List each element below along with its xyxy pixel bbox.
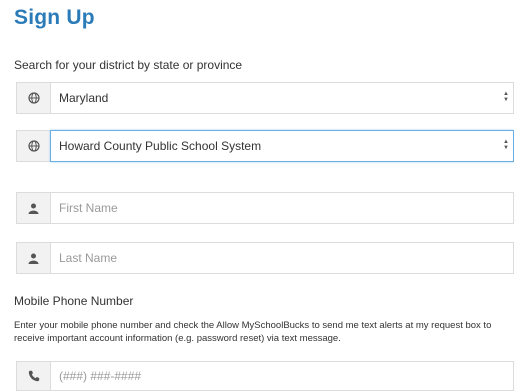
district-select[interactable]: Howard County Public School System ▲ ▼ <box>50 130 514 162</box>
user-icon <box>28 253 39 264</box>
mobile-phone-description: Enter your mobile phone number and check… <box>14 320 492 344</box>
phone-field[interactable] <box>50 361 514 391</box>
first-name-addon <box>16 192 50 224</box>
phone-icon <box>28 370 40 382</box>
district-addon <box>16 130 50 162</box>
phone-input[interactable] <box>59 369 513 383</box>
select-caret-icon: ▲ ▼ <box>503 91 509 103</box>
user-icon <box>28 203 39 214</box>
last-name-addon <box>16 242 50 274</box>
district-select-value: Howard County Public School System <box>59 139 262 153</box>
last-name-group <box>16 242 514 274</box>
globe-icon <box>27 140 40 152</box>
globe-icon <box>27 92 40 104</box>
district-select-group: Howard County Public School System ▲ ▼ <box>16 130 514 162</box>
first-name-input[interactable] <box>59 201 513 215</box>
page-title: Sign Up <box>14 6 95 29</box>
state-select-value: Maryland <box>59 91 109 105</box>
state-addon <box>16 82 50 114</box>
phone-group <box>16 361 514 391</box>
select-caret-icon: ▲ ▼ <box>503 139 509 151</box>
last-name-input[interactable] <box>59 251 513 265</box>
district-search-label: Search for your district by state or pro… <box>14 58 243 72</box>
last-name-field[interactable] <box>50 242 514 274</box>
first-name-field[interactable] <box>50 192 514 224</box>
mobile-phone-label: Mobile Phone Number <box>14 294 134 308</box>
state-select-group: Maryland ▲ ▼ <box>16 82 514 114</box>
phone-addon <box>16 361 50 391</box>
first-name-group <box>16 192 514 224</box>
state-select[interactable]: Maryland ▲ ▼ <box>50 82 514 114</box>
